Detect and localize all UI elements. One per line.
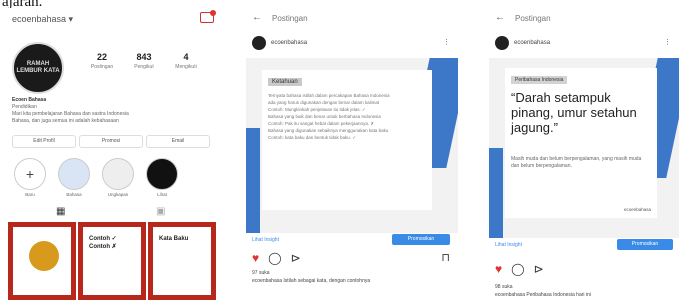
avatar[interactable]: RAMAH LEMBUR KATA [12, 42, 64, 94]
promotion-button[interactable]: Promosi [79, 135, 143, 148]
heart-icon[interactable]: ♥ [495, 262, 502, 276]
avatar [252, 36, 266, 50]
insight-link[interactable]: Lihat Insight [252, 237, 279, 243]
grid-icon[interactable]: ▦ [56, 206, 65, 217]
tag-icon[interactable]: ▣ [156, 206, 165, 217]
back-arrow-icon[interactable]: ← [495, 12, 505, 23]
proverb-meaning: Masih muda dan belum berpengalaman, yang… [511, 156, 642, 169]
post-account[interactable]: ecoenbahasa [495, 36, 550, 50]
post-image[interactable]: Peribahasa Indonesia “Darah setampuk pin… [489, 58, 679, 238]
highlight-1[interactable]: Bahasa [58, 158, 90, 197]
bookmark-icon[interactable]: ⊓ [441, 251, 450, 264]
decor-stripe [489, 148, 503, 238]
avatar [495, 36, 509, 50]
slide-text: Ternyata bahasa istilah dalam percakapan… [268, 93, 390, 140]
page-title: Postingan [515, 14, 551, 23]
comment-icon[interactable]: ◯ [268, 251, 281, 265]
post-account[interactable]: ecoenbahasa [252, 36, 307, 50]
promote-button[interactable]: Promosikan [392, 234, 450, 245]
email-button[interactable]: Email [146, 135, 210, 148]
highlight-new[interactable]: + Baru [14, 158, 46, 197]
heart-icon[interactable]: ♥ [252, 251, 259, 265]
more-icon[interactable]: ⋮ [664, 38, 671, 46]
slide-card: Peribahasa Indonesia “Darah setampuk pin… [505, 68, 657, 218]
insight-link[interactable]: Lihat Insight [495, 242, 522, 248]
notification-icon[interactable] [200, 10, 216, 23]
likes-count: 98 suka [495, 284, 513, 290]
stat-posts[interactable]: 22 Postingan [84, 52, 120, 70]
profile-username[interactable]: ecoenbahasa ▾ [12, 14, 73, 25]
comment-icon[interactable]: ◯ [511, 262, 524, 276]
profile-screen: ecoenbahasa ▾ RAMAH LEMBUR KATA 22 Postin… [6, 8, 220, 300]
stat-followers[interactable]: 843 Pengikut [126, 52, 162, 70]
post-image[interactable]: Ketahuan Ternyata bahasa istilah dalam p… [246, 58, 458, 233]
highlight-3[interactable]: Lihat [146, 158, 178, 197]
brand-logo: ecoenbahasa [623, 207, 651, 212]
post-screen-1: ← Postingan ecoenbahasa ⋮ Ketahuan Terny… [246, 8, 458, 300]
slide-label: Peribahasa Indonesia [511, 76, 568, 84]
more-icon[interactable]: ⋮ [443, 38, 450, 46]
edit-profile-button[interactable]: Edit Profil [12, 135, 76, 148]
share-icon[interactable]: ⊳ [534, 262, 544, 276]
plus-icon: + [14, 158, 46, 190]
page-title: Postingan [272, 14, 308, 23]
promote-button[interactable]: Promosikan [617, 239, 673, 250]
likes-count: 97 suka [252, 270, 270, 276]
share-icon[interactable]: ⊳ [291, 251, 301, 265]
post-screen-2: ← Postingan ecoenbahasa ⋮ Peribahasa Ind… [489, 8, 679, 300]
stat-following[interactable]: 4 Mengikuti [168, 52, 204, 70]
grid-post-1[interactable] [8, 222, 76, 300]
slide-card: Ketahuan Ternyata bahasa istilah dalam p… [262, 70, 432, 210]
proverb-quote: “Darah setampuk pinang, umur setahun jag… [511, 90, 637, 135]
highlight-2[interactable]: Ungkapan [102, 158, 134, 197]
post-caption: ecoenbahasa Peribahasa Indonesia hari in… [495, 292, 591, 298]
back-arrow-icon[interactable]: ← [252, 12, 262, 23]
grid-post-3[interactable]: Kata Baku [148, 222, 216, 300]
decor-stripe [246, 128, 260, 233]
profile-bio: Ecoen Bahasa Pendidikan Mari kita pembel… [12, 97, 129, 124]
slide-title: Ketahuan [268, 78, 302, 86]
grid-post-2[interactable]: Contoh ✓ Contoh ✗ [78, 222, 146, 300]
post-caption: ecoenbahasa Istilah sebagai kata, dengan… [252, 278, 371, 284]
